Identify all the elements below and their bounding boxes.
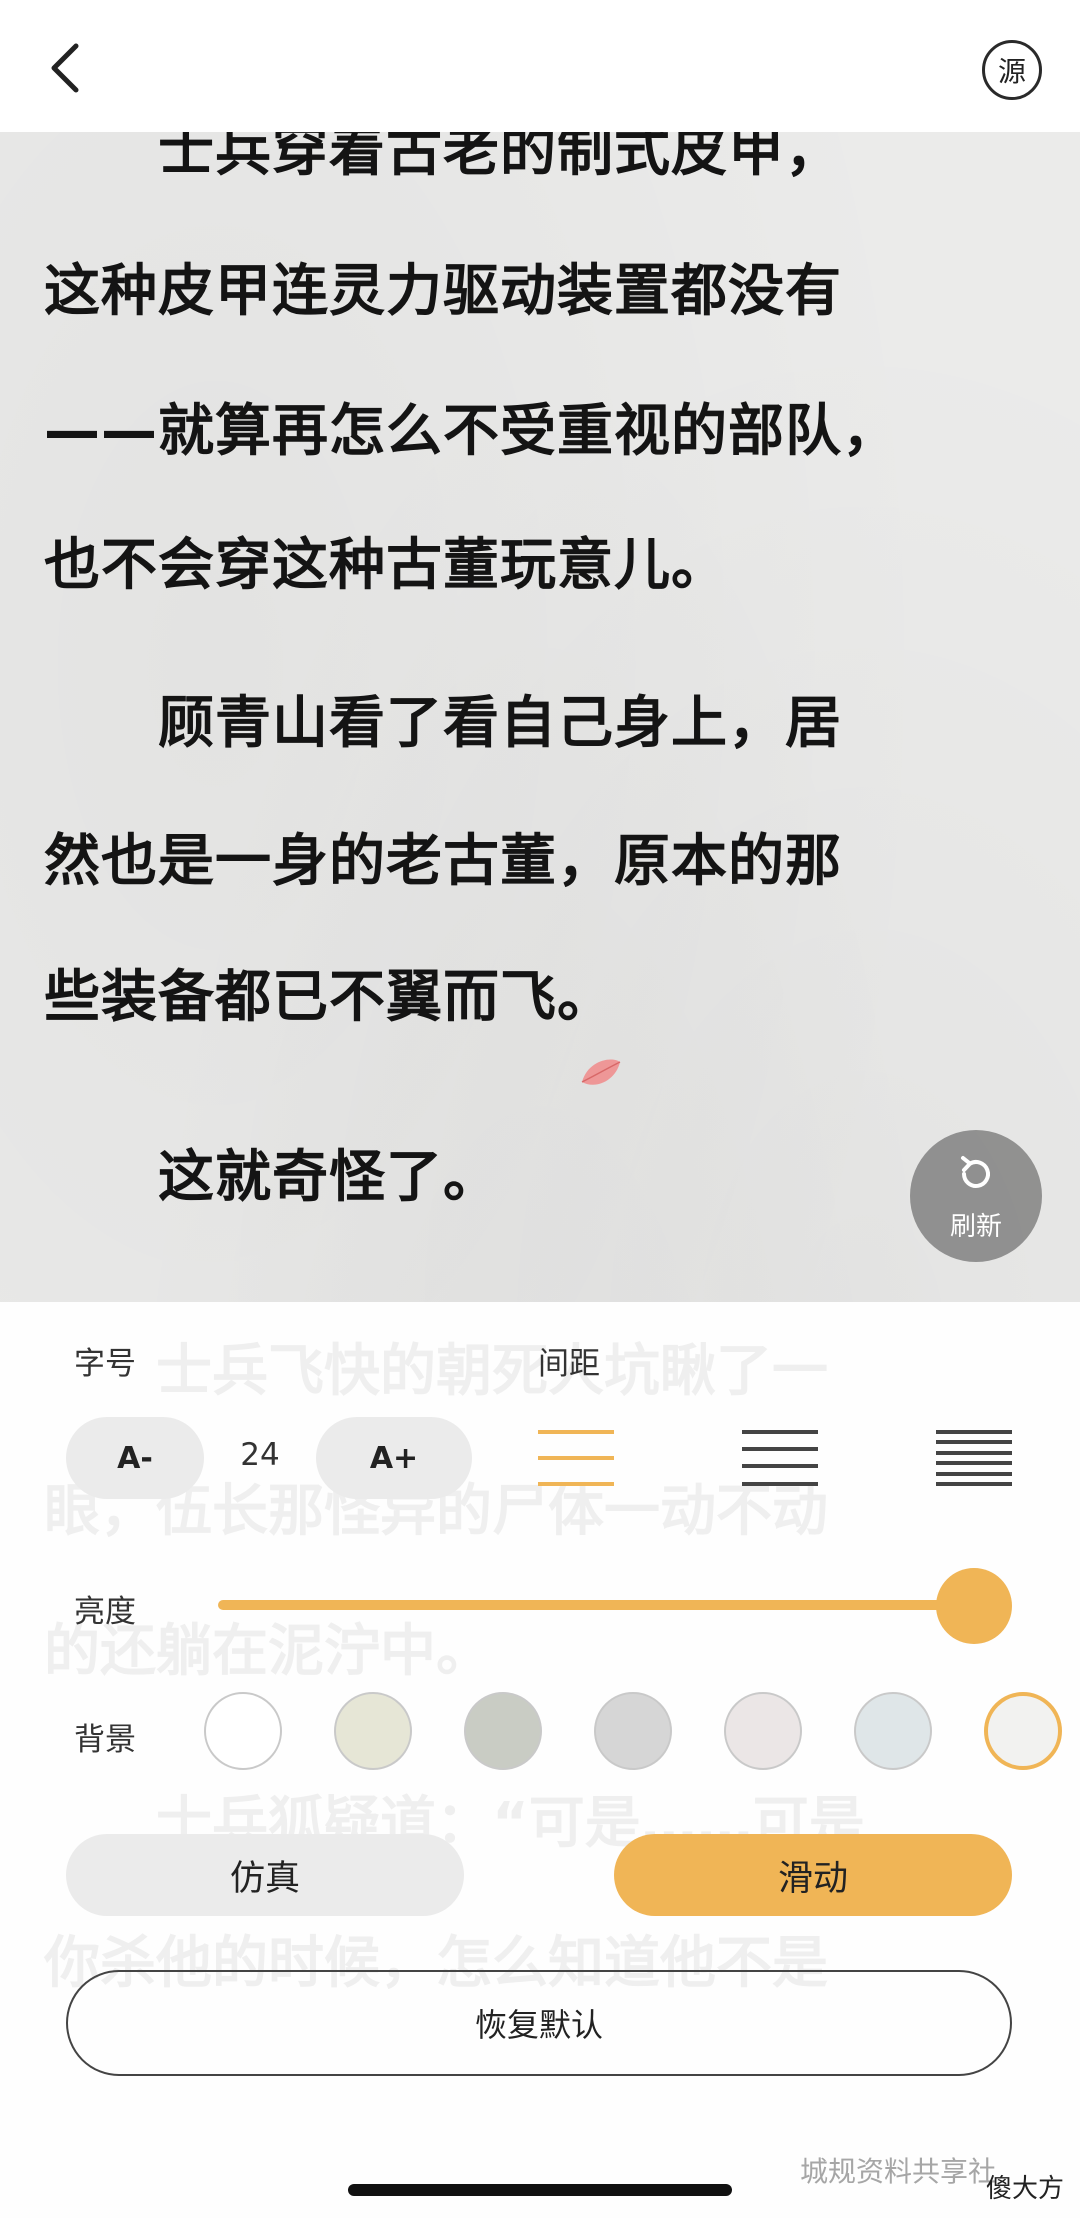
brightness-label: 亮度 [74,1594,136,1630]
font-increase-button[interactable]: A+ [316,1417,472,1499]
brightness-slider-knob[interactable] [936,1568,1012,1644]
chevron-left-icon [51,43,79,93]
reader-line: ——就算再怎么不受重视的部队， [44,399,899,464]
watermark: 城规资料共享社 [800,2155,997,2188]
ghost-text-line: 士兵飞快的朝死人坑瞅了一 [44,1339,828,1404]
spacing-medium-button[interactable] [742,1430,818,1490]
background-swatch-blue[interactable] [854,1692,932,1770]
reader-line: 士兵穿着古老的制式皮甲， [44,132,842,184]
background-swatch-paper-selected[interactable] [984,1692,1062,1770]
spacing-narrow-button[interactable] [936,1430,1012,1490]
source-label: 源 [997,55,1026,88]
refresh-icon [961,1156,990,1188]
reader-line: 然也是一身的老古董，原本的那 [44,829,842,894]
background-swatch-white[interactable] [204,1692,282,1770]
background-label: 背景 [74,1722,136,1758]
back-button[interactable] [38,38,98,98]
reader-line: 这就奇怪了。 [44,1145,500,1210]
refresh-label: 刷新 [949,1212,1002,1242]
top-bar: 源 [0,0,1080,132]
font-size-label: 字号 [74,1346,136,1382]
mode-scroll-button[interactable]: 滑动 [614,1834,1012,1916]
font-decrease-button[interactable]: A- [66,1417,204,1499]
reader-line: 这种皮甲连灵力驱动装置都没有 [44,259,842,324]
watermark-sub: 傻大方 [986,2174,1065,2204]
background-swatch-cream[interactable] [334,1692,412,1770]
reader-content[interactable]: 士兵穿着古老的制式皮甲， 这种皮甲连灵力驱动装置都没有 ——就算再怎么不受重视的… [0,132,1080,1302]
refresh-button[interactable]: 刷新 [910,1130,1042,1262]
mode-simulate-button[interactable]: 仿真 [66,1834,464,1916]
reader-line: 些装备都已不翼而飞。 [44,965,614,1030]
background-swatch-sage[interactable] [464,1692,542,1770]
spacing-wide-button[interactable] [538,1430,614,1490]
background-swatch-gray[interactable] [594,1692,672,1770]
home-indicator [348,2184,732,2196]
reader-line: 也不会穿这种古董玩意儿。 [44,533,728,598]
source-button[interactable]: 源 [982,40,1042,100]
reader-line: 顾青山看了看自己身上，居 [44,691,842,756]
restore-default-button[interactable]: 恢复默认 [66,1970,1012,2076]
font-size-value: 24 [240,1437,280,1473]
petal-decoration [581,1059,621,1085]
background-swatch-pink[interactable] [724,1692,802,1770]
brightness-slider-track[interactable] [218,1600,974,1610]
spacing-label: 间距 [538,1346,600,1382]
